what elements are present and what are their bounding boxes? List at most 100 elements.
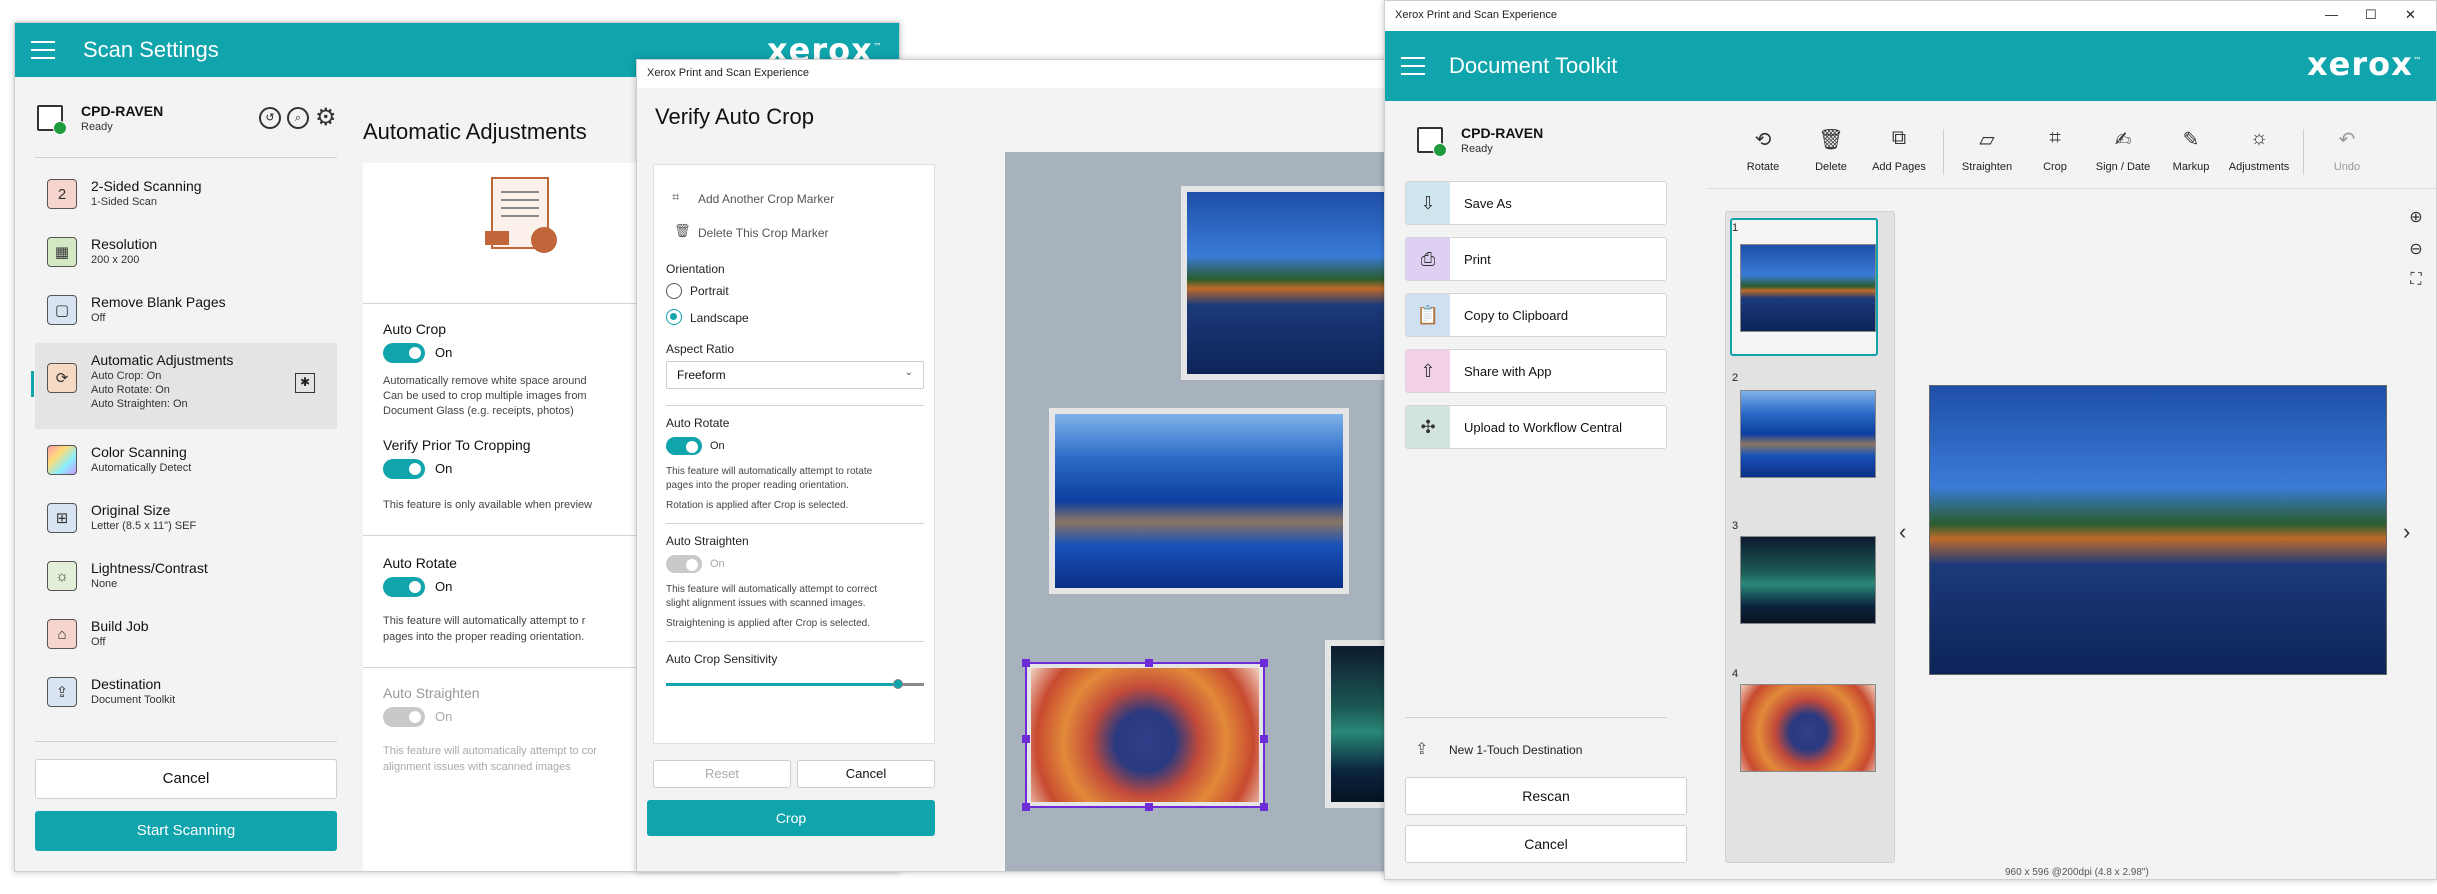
- scanned-photo-mountain-lake[interactable]: [1181, 186, 1395, 380]
- setting-lightness-contrast[interactable]: ☼ Lightness/Contrast None: [35, 551, 337, 605]
- verify-prior-toggle[interactable]: [383, 459, 425, 479]
- crop-button[interactable]: Crop: [647, 800, 935, 836]
- auto-straighten-label: Auto Straighten: [383, 685, 480, 701]
- chevron-down-icon: ⌄: [904, 367, 913, 378]
- previous-page-arrow[interactable]: ‹: [1899, 519, 1906, 545]
- verify-auto-rotate-toggle[interactable]: [666, 437, 702, 455]
- portrait-radio[interactable]: [666, 283, 682, 299]
- auto-crop-label: Auto Crop: [383, 321, 447, 337]
- trash-icon: 🗑: [674, 223, 691, 238]
- setting-original-size[interactable]: ⊞ Original Size Letter (8.5 x 11") SEF: [35, 493, 337, 547]
- close-icon[interactable]: ✕: [2405, 7, 2416, 23]
- new-destination-icon: ⇪: [1415, 741, 1429, 758]
- reset-button[interactable]: Reset: [653, 760, 791, 788]
- device-name: CPD-RAVEN: [1461, 125, 1544, 141]
- sign-date-tool[interactable]: ✍ Sign / Date: [2087, 117, 2159, 187]
- setting-resolution[interactable]: ▦ Resolution 200 x 200: [35, 227, 337, 281]
- fit-to-window-icon[interactable]: ⛶: [2405, 271, 2427, 289]
- sensitivity-slider[interactable]: [666, 679, 924, 689]
- upload-workflow-button[interactable]: ✣ Upload to Workflow Central: [1405, 405, 1667, 449]
- window-titlebar: Xerox Print and Scan Experience: [1385, 1, 2436, 31]
- cancel-button[interactable]: Cancel: [35, 759, 337, 799]
- minimize-icon[interactable]: —: [2325, 7, 2338, 22]
- printer-icon: [1417, 127, 1447, 157]
- dialog-title: Verify Auto Crop: [655, 104, 814, 129]
- aspect-ratio-select[interactable]: Freeform ⌄: [666, 361, 924, 389]
- color-icon: [47, 445, 77, 475]
- setting-build-job[interactable]: ⌂ Build Job Off: [35, 609, 337, 663]
- cancel-button[interactable]: Cancel: [1405, 825, 1687, 863]
- delete-tool[interactable]: 🗑 Delete: [1795, 117, 1867, 187]
- reset-icon[interactable]: ↺: [259, 107, 281, 129]
- page-title: Scan Settings: [83, 37, 219, 62]
- adjustments-tool[interactable]: ☼ Adjustments: [2223, 117, 2295, 187]
- toolbar: ⟲ Rotate 🗑 Delete ⧉ Add Pages ▱ Straighten ⌗…: [1707, 117, 2436, 189]
- markup-icon: ✎: [2182, 129, 2200, 151]
- share-with-app-button[interactable]: ⇧ Share with App: [1405, 349, 1667, 393]
- page-thumbnail-3[interactable]: [1740, 536, 1876, 624]
- new-1-touch-destination-button[interactable]: New 1-Touch Destination: [1449, 743, 1582, 757]
- markup-tool[interactable]: ✎ Markup: [2155, 117, 2227, 187]
- page-preview-image: [1929, 385, 2387, 675]
- page-thumbnail-4[interactable]: [1740, 684, 1876, 772]
- toolkit-header: Document Toolkit xerox™: [1385, 31, 2436, 101]
- menu-icon[interactable]: [1401, 57, 1425, 75]
- add-pages-tool[interactable]: ⧉ Add Pages: [1863, 117, 1935, 187]
- page-thumbnail-2[interactable]: [1740, 390, 1876, 478]
- gear-icon[interactable]: ⚙: [315, 103, 337, 132]
- setting-2-sided-scanning[interactable]: 2 2-Sided Scanning 1-Sided Scan: [35, 169, 337, 223]
- copy-to-clipboard-button[interactable]: 📋 Copy to Clipboard: [1405, 293, 1667, 337]
- document-toolkit-window: Xerox Print and Scan Experience — ☐ ✕ Do…: [1384, 0, 2437, 880]
- add-crop-marker-button[interactable]: Add Another Crop Marker: [698, 191, 834, 207]
- printer-icon: [37, 105, 67, 135]
- rescan-button[interactable]: Rescan: [1405, 777, 1687, 815]
- landscape-radio[interactable]: [666, 309, 682, 325]
- slider-thumb[interactable]: [893, 679, 904, 689]
- setting-color-scanning[interactable]: Color Scanning Automatically Detect: [35, 435, 337, 489]
- verify-auto-straighten-toggle[interactable]: [666, 555, 702, 573]
- device-name: CPD-RAVEN: [81, 103, 164, 119]
- crop-options-card: ⌗ Add Another Crop Marker 🗑 Delete This …: [653, 164, 935, 744]
- start-scanning-button[interactable]: Start Scanning: [35, 811, 337, 851]
- zoom-out-icon[interactable]: ⊖: [2405, 239, 2427, 259]
- crop-marker[interactable]: [1022, 659, 1268, 811]
- rotate-tool[interactable]: ⟲ Rotate: [1727, 117, 1799, 187]
- print-button[interactable]: ⎙ Print: [1405, 237, 1667, 281]
- verify-auto-crop-window: Xerox Print and Scan Experience Verify A…: [636, 59, 1396, 872]
- device-status: Ready: [81, 121, 113, 133]
- workflow-icon: ✣: [1406, 406, 1450, 448]
- auto-straighten-toggle[interactable]: [383, 707, 425, 727]
- search-icon[interactable]: ⌕: [287, 107, 309, 129]
- cancel-button[interactable]: Cancel: [797, 760, 935, 788]
- setting-remove-blank-pages[interactable]: ▢ Remove Blank Pages Off: [35, 285, 337, 339]
- crop-tool[interactable]: ⌗ Crop: [2019, 117, 2091, 187]
- adjustments-card: Auto Crop On Automatically remove white …: [363, 163, 653, 871]
- page-title: Document Toolkit: [1449, 53, 1618, 78]
- scan-preview: [1005, 152, 1395, 871]
- crop-icon: ⌗: [2049, 127, 2061, 149]
- xerox-logo: xerox™: [2307, 45, 2423, 83]
- save-as-button[interactable]: ⇩ Save As: [1405, 181, 1667, 225]
- delete-crop-marker-button[interactable]: Delete This Crop Marker: [698, 225, 829, 241]
- setting-destination[interactable]: ⇪ Destination Document Toolkit: [35, 667, 337, 721]
- page-thumbnail-1[interactable]: [1740, 244, 1876, 332]
- signature-icon: ✍: [2114, 129, 2132, 151]
- undo-tool[interactable]: ↶ Undo: [2311, 117, 2383, 187]
- next-page-arrow[interactable]: ›: [2403, 519, 2410, 545]
- page-thumbnails: 1 2 3 4: [1725, 211, 1895, 863]
- auto-rotate-toggle[interactable]: [383, 577, 425, 597]
- selection-indicator: [31, 371, 34, 397]
- preview-settings-icon[interactable]: ✱: [295, 373, 315, 393]
- panel-title: Automatic Adjustments: [363, 119, 587, 144]
- window-titlebar: Xerox Print and Scan Experience: [637, 60, 1395, 88]
- auto-crop-toggle[interactable]: [383, 343, 425, 363]
- straighten-tool[interactable]: ▱ Straighten: [1951, 117, 2023, 187]
- maximize-icon[interactable]: ☐: [2365, 7, 2377, 23]
- setting-automatic-adjustments[interactable]: ⟳ Automatic Adjustments Auto Crop: On Au…: [35, 343, 337, 429]
- clipboard-icon: 📋: [1406, 294, 1450, 336]
- auto-adjust-icon: ⟳: [47, 363, 77, 393]
- print-icon: ⎙: [1406, 238, 1450, 280]
- zoom-in-icon[interactable]: ⊕: [2405, 207, 2427, 227]
- scanned-photo-rocky-coast[interactable]: [1049, 408, 1349, 594]
- menu-icon[interactable]: [31, 41, 55, 59]
